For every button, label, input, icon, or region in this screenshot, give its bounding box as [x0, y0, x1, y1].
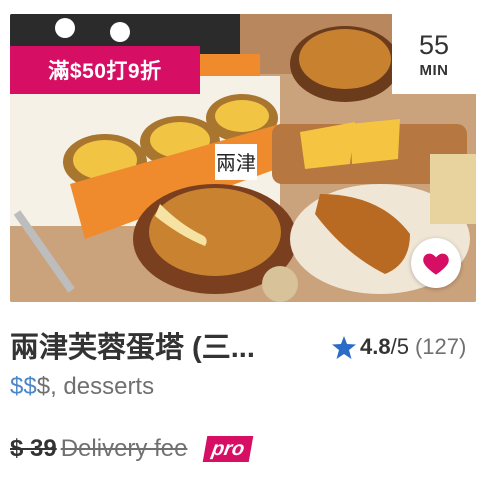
- price-level-inactive: $: [36, 373, 51, 400]
- restaurant-card[interactable]: 兩津 滿$50打9折 55 MIN 兩津芙蓉蛋塔 (三... 4.8 /5 (1…: [0, 0, 490, 498]
- delivery-fee-label: Delivery fee: [60, 435, 188, 462]
- rating-count: (127): [414, 334, 467, 359]
- pro-badge: pro: [203, 436, 254, 462]
- delivery-fee-amount: $ 39: [10, 435, 57, 462]
- delivery-time-badge: 55 MIN: [392, 14, 476, 94]
- price-level-active: $$: [10, 373, 37, 400]
- cuisine-category: , desserts: [50, 373, 155, 400]
- heart-icon: [423, 253, 449, 275]
- rating: 4.8 /5 (127): [332, 330, 466, 364]
- star-icon: [332, 335, 356, 359]
- promo-badge: 滿$50打9折: [10, 46, 200, 94]
- restaurant-name[interactable]: 兩津芙蓉蛋塔 (三...: [10, 328, 310, 368]
- delivery-fee-row: $ 39 Delivery fee pro: [10, 432, 254, 466]
- favorite-button[interactable]: [411, 238, 461, 288]
- store-sign-text: 兩津: [216, 152, 256, 175]
- rating-score: 4.8: [360, 334, 391, 359]
- delivery-time-value: 55: [418, 29, 450, 60]
- delivery-time-unit: MIN: [419, 61, 449, 79]
- restaurant-meta: $$$, desserts: [10, 370, 154, 404]
- rating-scale: /5: [390, 334, 409, 359]
